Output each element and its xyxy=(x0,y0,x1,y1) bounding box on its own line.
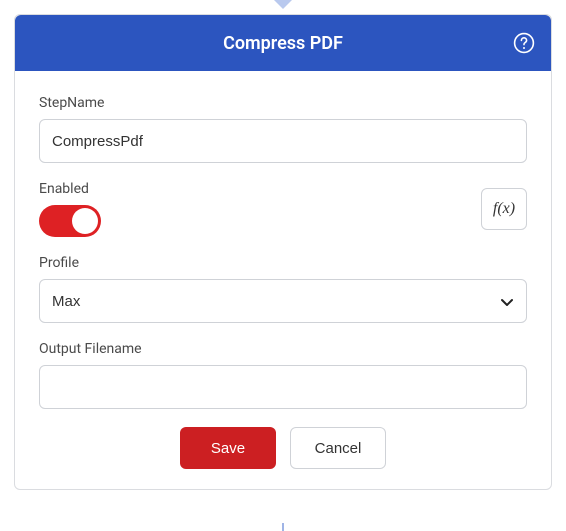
enabled-label: Enabled xyxy=(39,181,101,197)
profile-select-wrap: Max xyxy=(39,279,527,323)
output-filename-input[interactable] xyxy=(39,365,527,409)
enabled-toggle[interactable] xyxy=(39,205,101,237)
cancel-button[interactable]: Cancel xyxy=(290,427,386,469)
stepname-label: StepName xyxy=(39,95,527,111)
profile-label: Profile xyxy=(39,255,527,271)
output-filename-label: Output Filename xyxy=(39,341,527,357)
stepname-field: StepName xyxy=(39,95,527,163)
fx-button[interactable]: f(x) xyxy=(481,188,527,230)
connector-top-arrow xyxy=(274,0,292,9)
enabled-left: Enabled xyxy=(39,181,101,237)
save-button[interactable]: Save xyxy=(180,427,276,469)
connector-bottom-line xyxy=(282,523,284,531)
stepname-input[interactable] xyxy=(39,119,527,163)
profile-field: Profile Max xyxy=(39,255,527,323)
output-filename-field: Output Filename xyxy=(39,341,527,409)
toggle-knob xyxy=(72,208,98,234)
card-title: Compress PDF xyxy=(223,33,343,54)
profile-select[interactable]: Max xyxy=(39,279,527,323)
card-header: Compress PDF xyxy=(15,15,551,71)
card-body: StepName Enabled f(x) Profile Max xyxy=(15,71,551,489)
actions-row: Save Cancel xyxy=(39,427,527,469)
enabled-row: Enabled f(x) xyxy=(39,181,527,237)
compress-pdf-card: Compress PDF StepName Enabled f(x) Pro xyxy=(14,14,552,490)
help-icon[interactable] xyxy=(513,32,535,54)
